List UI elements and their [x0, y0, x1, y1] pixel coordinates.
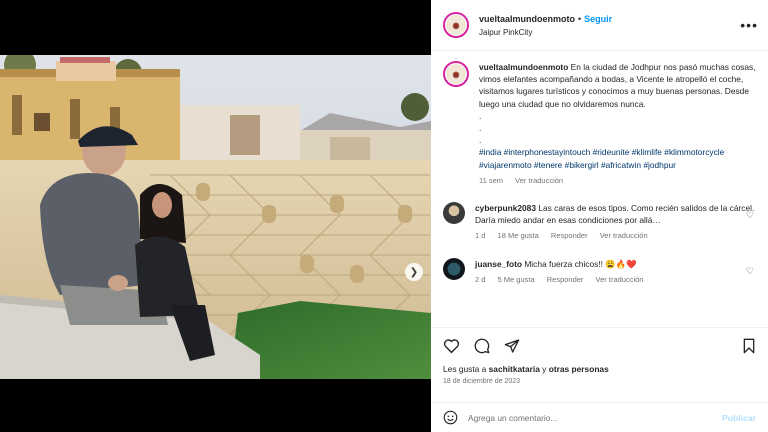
likes-summary: Les gusta a sachitkataria y otras person… — [443, 364, 756, 374]
caption-time: 11 sem — [479, 175, 504, 185]
comment-body: juanse_foto Micha fuerza chicos!! 😩🔥❤️ 2… — [475, 258, 756, 286]
comment-time: 1 d — [475, 231, 486, 241]
comment-reply-button[interactable]: Responder — [551, 231, 588, 240]
instagram-post-modal: ❯ ◉ vueltaalmundoenmoto • Seguir Jaipur Pi… — [0, 0, 768, 432]
author-avatar-image: ◉ — [446, 15, 466, 35]
comment-bubble-icon[interactable] — [474, 338, 490, 354]
caption: ◉ vueltaalmundoenmoto En la ciudad de Jo… — [443, 61, 756, 187]
comment-see-translation[interactable]: Ver traducción — [600, 231, 648, 240]
comment-meta: 2 d 5 Me gusta Responder Ver traducción — [475, 274, 756, 286]
caption-hashtags[interactable]: #india #interphonestayintouch #rideunite… — [479, 146, 756, 170]
like-heart-icon[interactable] — [443, 338, 460, 354]
action-icons — [443, 336, 756, 356]
likes-user-link[interactable]: sachitkataria — [489, 364, 540, 374]
author-avatar[interactable]: ◉ — [443, 12, 469, 38]
likes-others-link[interactable]: otras personas — [549, 364, 609, 374]
comments-area: ◉ vueltaalmundoenmoto En la ciudad de Jo… — [431, 51, 768, 326]
publish-button[interactable]: Publicar — [722, 413, 756, 423]
comment-like-heart-icon[interactable]: ♡ — [746, 210, 754, 221]
caption-dot-3: . — [479, 135, 482, 146]
comment-reply-button[interactable]: Responder — [547, 275, 584, 284]
comment-item: juanse_foto Micha fuerza chicos!! 😩🔥❤️ 2… — [443, 257, 756, 286]
comment-meta: 1 d 18 Me gusta Responder Ver traducción — [475, 230, 756, 242]
post-side-panel: ◉ vueltaalmundoenmoto • Seguir Jaipur Pink… — [431, 0, 768, 432]
caption-dot-1: . — [479, 110, 482, 121]
follow-button[interactable]: Seguir — [584, 14, 612, 24]
comment-item: cyberpunk2083 Las caras de esos tipos. C… — [443, 202, 756, 243]
post-header: ◉ vueltaalmundoenmoto • Seguir Jaipur Pink… — [431, 0, 768, 51]
post-actions: Les gusta a sachitkataria y otras person… — [431, 327, 768, 402]
caption-text-block: vueltaalmundoenmoto En la ciudad de Jodh… — [479, 61, 756, 187]
comment-body: cyberpunk2083 Las caras de esos tipos. C… — [475, 202, 756, 243]
likes-middle: y — [539, 364, 549, 374]
comment-username[interactable]: juanse_foto — [475, 259, 522, 269]
photo-illustration — [0, 55, 431, 379]
comment-like-heart-icon[interactable]: ♡ — [746, 266, 754, 277]
separator-dot: • — [578, 13, 582, 24]
caption-see-translation[interactable]: Ver traducción — [515, 176, 563, 185]
comment-input[interactable] — [468, 412, 723, 423]
comment-like-count[interactable]: 5 Me gusta — [498, 275, 535, 284]
caption-meta: 11 sem Ver traducción — [479, 175, 756, 187]
header-text: vueltaalmundoenmoto • Seguir Jaipur PinkCi… — [479, 11, 612, 40]
save-bookmark-icon[interactable] — [742, 338, 756, 354]
author-username[interactable]: vueltaalmundoenmoto — [479, 14, 575, 24]
comment-username[interactable]: cyberpunk2083 — [475, 203, 536, 213]
comment-like-count[interactable]: 18 Me gusta — [498, 231, 539, 240]
comment-time: 2 d — [475, 274, 486, 284]
comment-see-translation[interactable]: Ver traducción — [596, 275, 644, 284]
next-photo-chevron-right-icon[interactable]: ❯ — [405, 263, 423, 281]
post-location[interactable]: Jaipur PinkCity — [479, 26, 612, 40]
post-date: 18 de diciembre de 2023 — [443, 378, 521, 385]
caption-dot-2: . — [479, 123, 482, 134]
commenter-avatar[interactable] — [443, 257, 465, 280]
commenter-avatar[interactable] — [443, 202, 465, 225]
emoji-smiley-icon[interactable] — [443, 410, 458, 425]
comment-composer: Publicar — [431, 402, 768, 432]
more-options-icon[interactable]: ••• — [740, 17, 758, 33]
likes-prefix: Les gusta a — [443, 364, 489, 374]
caption-author-avatar[interactable]: ◉ — [443, 61, 469, 87]
post-photo[interactable]: ❯ — [0, 55, 431, 379]
share-send-icon[interactable] — [504, 338, 520, 354]
caption-avatar-image: ◉ — [446, 64, 466, 84]
caption-username[interactable]: vueltaalmundoenmoto — [479, 62, 568, 72]
comment-text: Micha fuerza chicos!! 😩🔥❤️ — [524, 258, 637, 269]
